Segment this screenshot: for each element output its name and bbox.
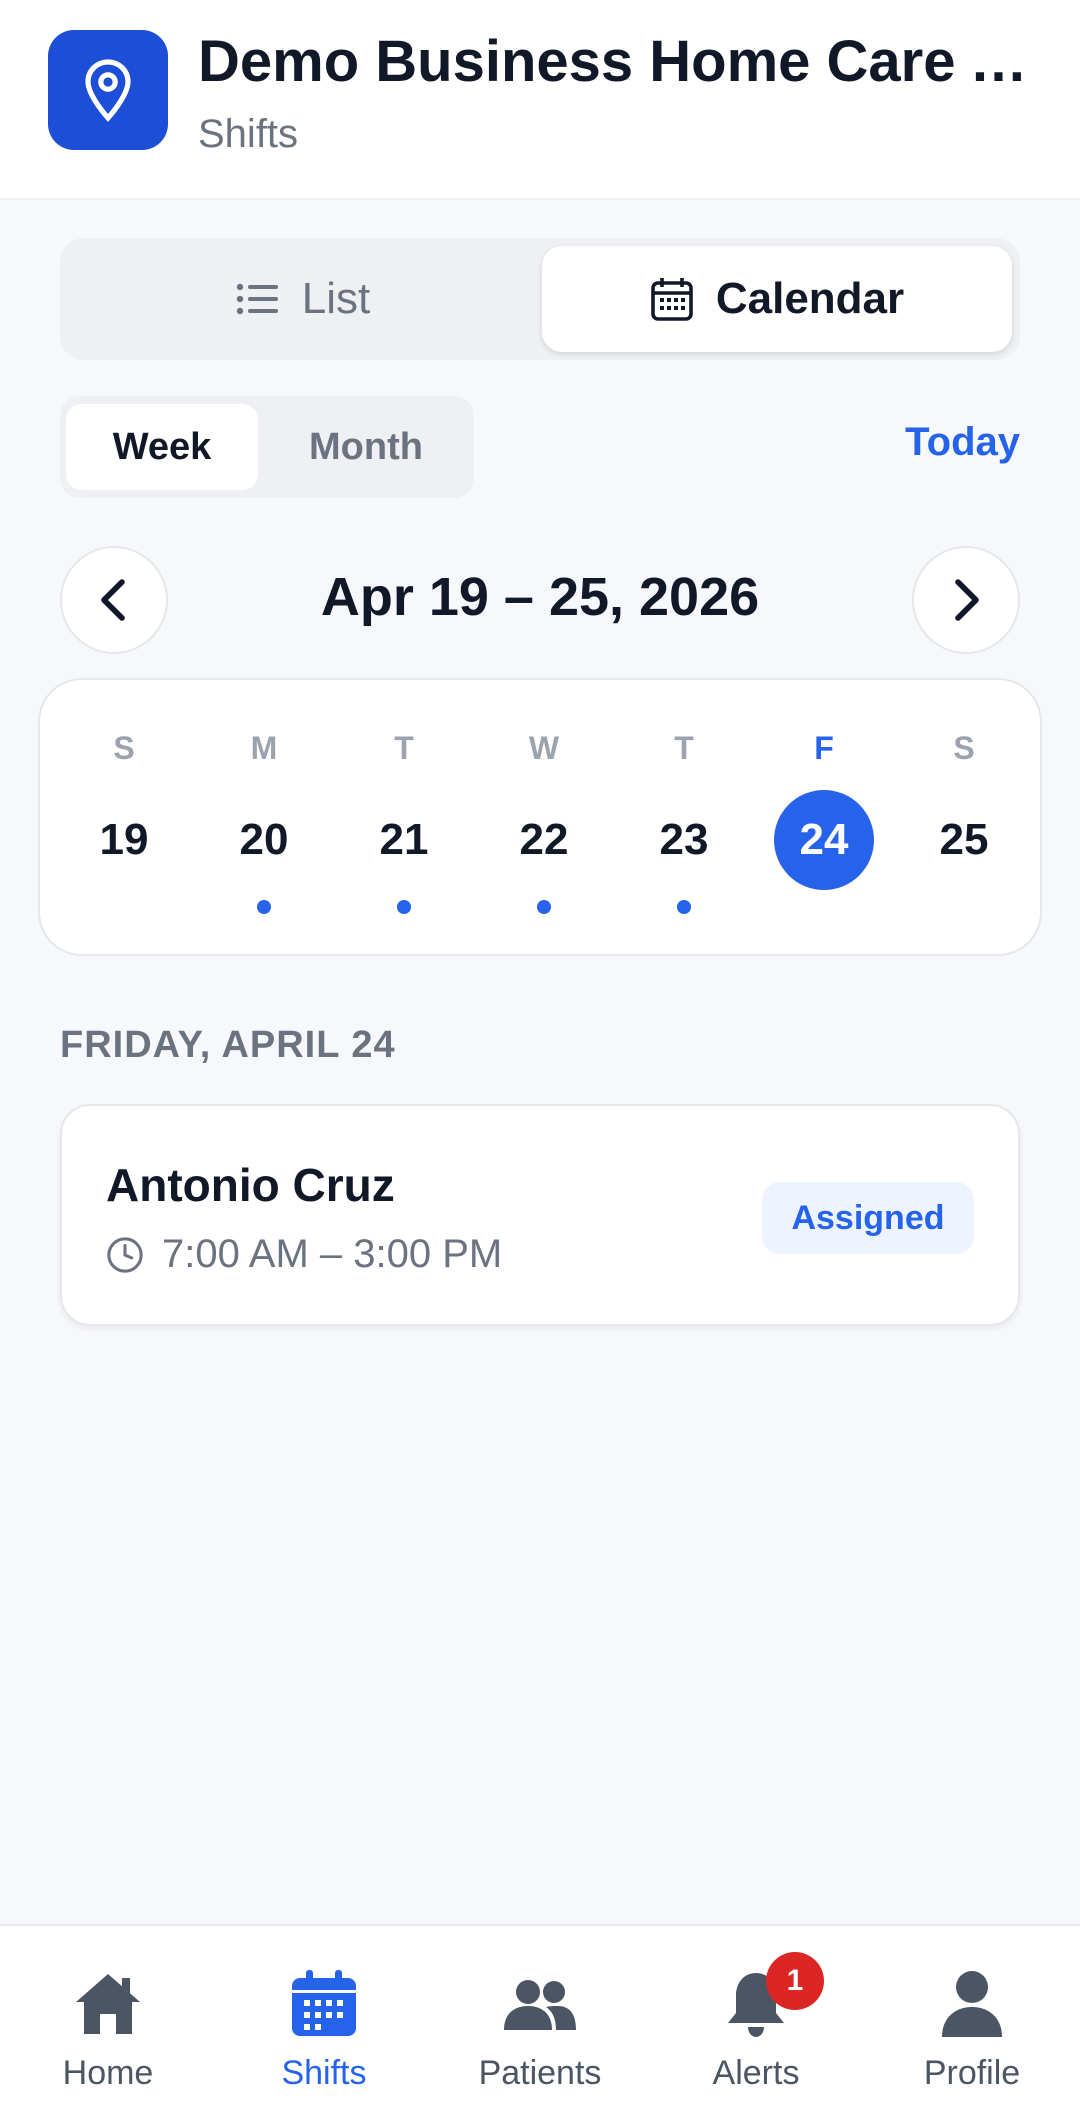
day-letter: W	[528, 730, 560, 766]
day-number: 21	[379, 815, 429, 864]
chevron-right-icon	[955, 579, 979, 621]
nav-item-patients[interactable]: Patients	[432, 1926, 648, 2102]
list-view-label: List	[301, 274, 371, 323]
home-icon	[76, 1974, 140, 2034]
nav-item-home[interactable]: Home	[0, 1926, 216, 2102]
page-title: Demo Business Home Care A…	[198, 29, 1038, 94]
nav-label-profile: Profile	[923, 2054, 1021, 2092]
calendar-icon	[651, 278, 693, 321]
today-button[interactable]: Today	[905, 420, 1020, 465]
week-day-21[interactable]: T 21	[334, 680, 474, 958]
nav-item-shifts[interactable]: Shifts	[216, 1926, 432, 2102]
calendar-view-button[interactable]: Calendar	[542, 246, 1012, 352]
day-letter: F	[814, 730, 834, 766]
app-header: Demo Business Home Care A… Shifts	[0, 0, 1080, 200]
range-toggle: Week Month	[60, 396, 474, 498]
week-day-24[interactable]: F 24	[754, 680, 894, 958]
shift-indicator-dot	[677, 900, 691, 914]
clock-icon	[107, 1236, 143, 1273]
users-icon	[504, 1980, 576, 2030]
status-badge: Assigned	[762, 1182, 974, 1254]
month-button[interactable]: Month	[270, 404, 462, 490]
day-number: 23	[659, 815, 709, 864]
day-letter: T	[674, 730, 694, 766]
shift-patient-name: Antonio Cruz	[106, 1159, 395, 1211]
week-strip: S 19 M 20 T 21 W 22 T 23 F 24 S 25	[38, 678, 1042, 956]
day-letter: T	[394, 730, 414, 766]
shift-indicator-dot	[537, 900, 551, 914]
week-day-23[interactable]: T 23	[614, 680, 754, 958]
user-icon	[942, 1971, 1002, 2037]
week-day-25[interactable]: S 25	[894, 680, 1034, 958]
map-pin-icon	[85, 59, 131, 122]
day-letter: M	[250, 730, 278, 766]
app-logo	[48, 30, 168, 150]
nav-label-home: Home	[62, 2054, 154, 2092]
nav-label-patients: Patients	[478, 2054, 602, 2092]
shift-card[interactable]: Antonio Cruz 7:00 AM – 3:00 PM Assigned	[60, 1104, 1020, 1326]
calendar-view-label: Calendar	[715, 274, 905, 323]
list-icon	[236, 283, 278, 315]
shift-indicator-dot	[257, 900, 271, 914]
week-day-22[interactable]: W 22	[474, 680, 614, 958]
page-subtitle: Shifts	[198, 112, 299, 156]
week-day-19[interactable]: S 19	[54, 680, 194, 958]
nav-item-profile[interactable]: Profile	[864, 1926, 1080, 2102]
selected-day-heading: FRIDAY, APRIL 24	[60, 1024, 396, 1066]
day-number: 25	[939, 815, 989, 864]
nav-label-shifts: Shifts	[281, 2054, 367, 2092]
bottom-navigation: Home Shifts Patients 1 Alerts Profile	[0, 1924, 1080, 2102]
week-day-20[interactable]: M 20	[194, 680, 334, 958]
day-letter: S	[113, 730, 135, 766]
day-number: 22	[519, 815, 569, 864]
week-button[interactable]: Week	[66, 404, 258, 490]
view-toggle: List Calendar	[60, 238, 1020, 360]
day-number: 24	[774, 790, 874, 890]
calendar-icon	[292, 1970, 356, 2036]
nav-label-alerts: Alerts	[712, 2054, 800, 2092]
day-letter: S	[953, 730, 975, 766]
day-number: 20	[239, 815, 289, 864]
alerts-count-badge: 1	[766, 1952, 824, 2010]
day-number: 19	[99, 815, 149, 864]
list-view-button[interactable]: List	[68, 246, 538, 352]
shift-time-row: 7:00 AM – 3:00 PM	[106, 1232, 502, 1277]
shift-time: 7:00 AM – 3:00 PM	[162, 1232, 503, 1276]
shift-indicator-dot	[397, 900, 411, 914]
nav-item-alerts[interactable]: 1 Alerts	[648, 1926, 864, 2102]
next-week-button[interactable]	[912, 546, 1020, 654]
